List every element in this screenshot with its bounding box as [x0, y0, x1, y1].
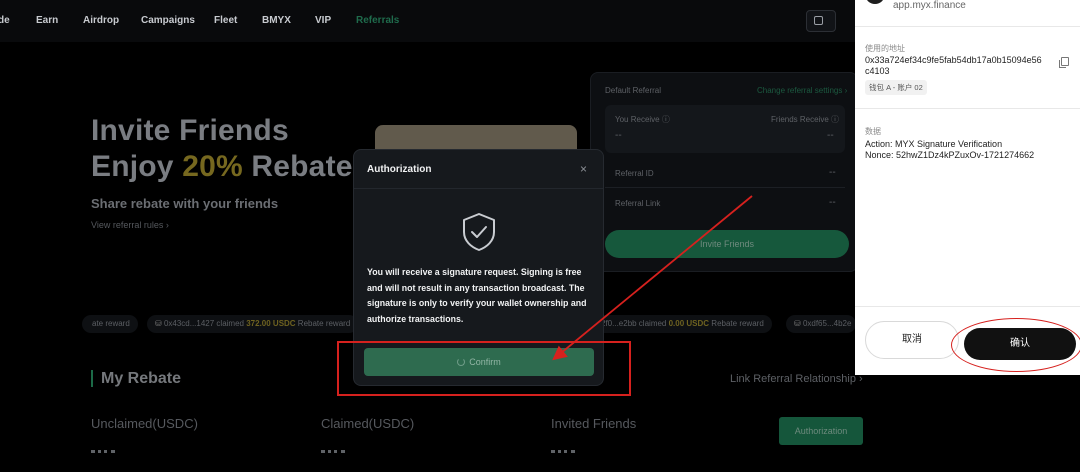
- referral-link-value: --: [829, 197, 836, 208]
- cancel-button[interactable]: 取消: [865, 321, 959, 359]
- hero-highlight: 20%: [182, 150, 243, 183]
- change-referral-settings-link[interactable]: Change referral settings ›: [757, 86, 847, 95]
- ticker-amount: 372.00 USDC: [246, 319, 296, 328]
- invite-friends-button[interactable]: Invite Friends: [605, 230, 849, 258]
- claimed-value: [321, 450, 345, 453]
- ticker-amount: 0.00 USDC: [668, 319, 710, 328]
- default-referral-label: Default Referral: [605, 86, 662, 95]
- annotation-circle: [951, 318, 1080, 372]
- wallet-signature-panel: app.myx.finance 使用的地址 0x33a724ef34c9fe5f…: [855, 0, 1080, 375]
- nav-item-referrals[interactable]: Referrals: [356, 15, 399, 26]
- ticker-text: 0xdf65...4b2e: [802, 319, 852, 328]
- divider: [855, 306, 1080, 307]
- account-badge: 钱包 A - 账户 02: [865, 80, 927, 95]
- data-line-nonce: Nonce: 52hwZ1Dz4kPZuxOv-1721274662: [865, 149, 1035, 160]
- copy-icon[interactable]: [1059, 57, 1069, 68]
- hero-title-line1: Invite Friends: [91, 114, 289, 147]
- divider: [855, 26, 1080, 27]
- claimed-label: Claimed(USDC): [321, 416, 415, 431]
- site-avatar: [865, 0, 885, 4]
- unclaimed-value: [91, 450, 115, 453]
- modal-message: You will receive a signature request. Si…: [367, 267, 587, 324]
- modal-title: Authorization: [367, 164, 432, 175]
- address-label: 使用的地址: [865, 44, 905, 53]
- friends-receive-value: --: [827, 130, 834, 141]
- ticker-text: Rebate reward: [709, 319, 764, 328]
- annotation-highlight-box: [337, 341, 631, 396]
- ticker-item: ⛁ 0xdf65...4b2e: [786, 315, 856, 333]
- coin-icon: ⛁: [155, 319, 164, 328]
- you-receive-value: --: [615, 130, 622, 141]
- modal-divider: [354, 188, 603, 189]
- referral-panel: Default Referral Change referral setting…: [590, 72, 858, 272]
- ticker-item: ate reward: [82, 315, 138, 333]
- hero-line2-suffix: Rebate: [242, 150, 353, 183]
- ticker-text: 2f0...e2bb claimed: [601, 319, 669, 328]
- view-rules-link[interactable]: View referral rules ›: [91, 220, 169, 230]
- friends-receive-label: Friends Receive ⓘ: [771, 115, 840, 124]
- nav-item-bmyx[interactable]: BMYX: [262, 15, 291, 26]
- site-url: app.myx.finance: [893, 0, 966, 11]
- invited-friends-value: [551, 450, 575, 453]
- divider: [605, 187, 845, 188]
- data-line-action: Action: MYX Signature Verification: [865, 139, 1003, 149]
- close-icon[interactable]: ×: [580, 162, 587, 176]
- shield-check-icon: [463, 213, 495, 251]
- nav-item-trade[interactable]: de: [0, 15, 10, 26]
- divider: [855, 108, 1080, 109]
- nav-item-fleet[interactable]: Fleet: [214, 15, 237, 26]
- link-referral-relationship-link[interactable]: Link Referral Relationship ›: [730, 373, 863, 385]
- invited-friends-label: Invited Friends: [551, 416, 637, 431]
- top-nav: de Earn Airdrop Campaigns Fleet BMYX VIP…: [0, 0, 855, 42]
- hero-subtitle: Share rebate with your friends: [91, 196, 279, 211]
- nav-item-airdrop[interactable]: Airdrop: [83, 15, 119, 26]
- ticker-text: 0x43cd...1427 claimed: [163, 319, 247, 328]
- network-icon: [814, 16, 823, 25]
- my-rebate-title: My Rebate: [91, 370, 181, 387]
- data-label: 数据: [865, 127, 881, 136]
- ticker-text: ate reward: [92, 319, 130, 328]
- nav-item-vip[interactable]: VIP: [315, 15, 331, 26]
- referral-id-label: Referral ID: [615, 169, 654, 178]
- coin-icon: ⛁: [794, 319, 803, 328]
- referral-link-label: Referral Link: [615, 199, 661, 208]
- you-receive-label: You Receive ⓘ: [615, 115, 670, 124]
- signature-data: Action: MYX Signature Verification Nonce…: [865, 139, 1034, 160]
- authorization-button[interactable]: Authorization: [779, 417, 863, 445]
- unclaimed-label: Unclaimed(USDC): [91, 416, 198, 431]
- network-button[interactable]: [806, 10, 836, 32]
- nav-item-earn[interactable]: Earn: [36, 15, 58, 26]
- hero-line2-prefix: Enjoy: [91, 150, 183, 183]
- ticker-text: Rebate reward: [295, 319, 351, 328]
- hero-title-line2: Enjoy 20% Rebate: [91, 150, 353, 184]
- wallet-address: 0x33a724ef34c9fe5fab54db17a0b15094e56c41…: [865, 55, 1042, 76]
- ticker-item: ⛁ 0x43cd...1427 claimed 372.00 USDC Reba…: [147, 315, 359, 333]
- ticker-item: 2f0...e2bb claimed 0.00 USDC Rebate rewa…: [593, 315, 772, 333]
- referral-id-value: --: [829, 167, 836, 178]
- receive-box: You Receive ⓘ -- Friends Receive ⓘ --: [605, 105, 845, 153]
- nav-item-campaigns[interactable]: Campaigns: [141, 15, 195, 26]
